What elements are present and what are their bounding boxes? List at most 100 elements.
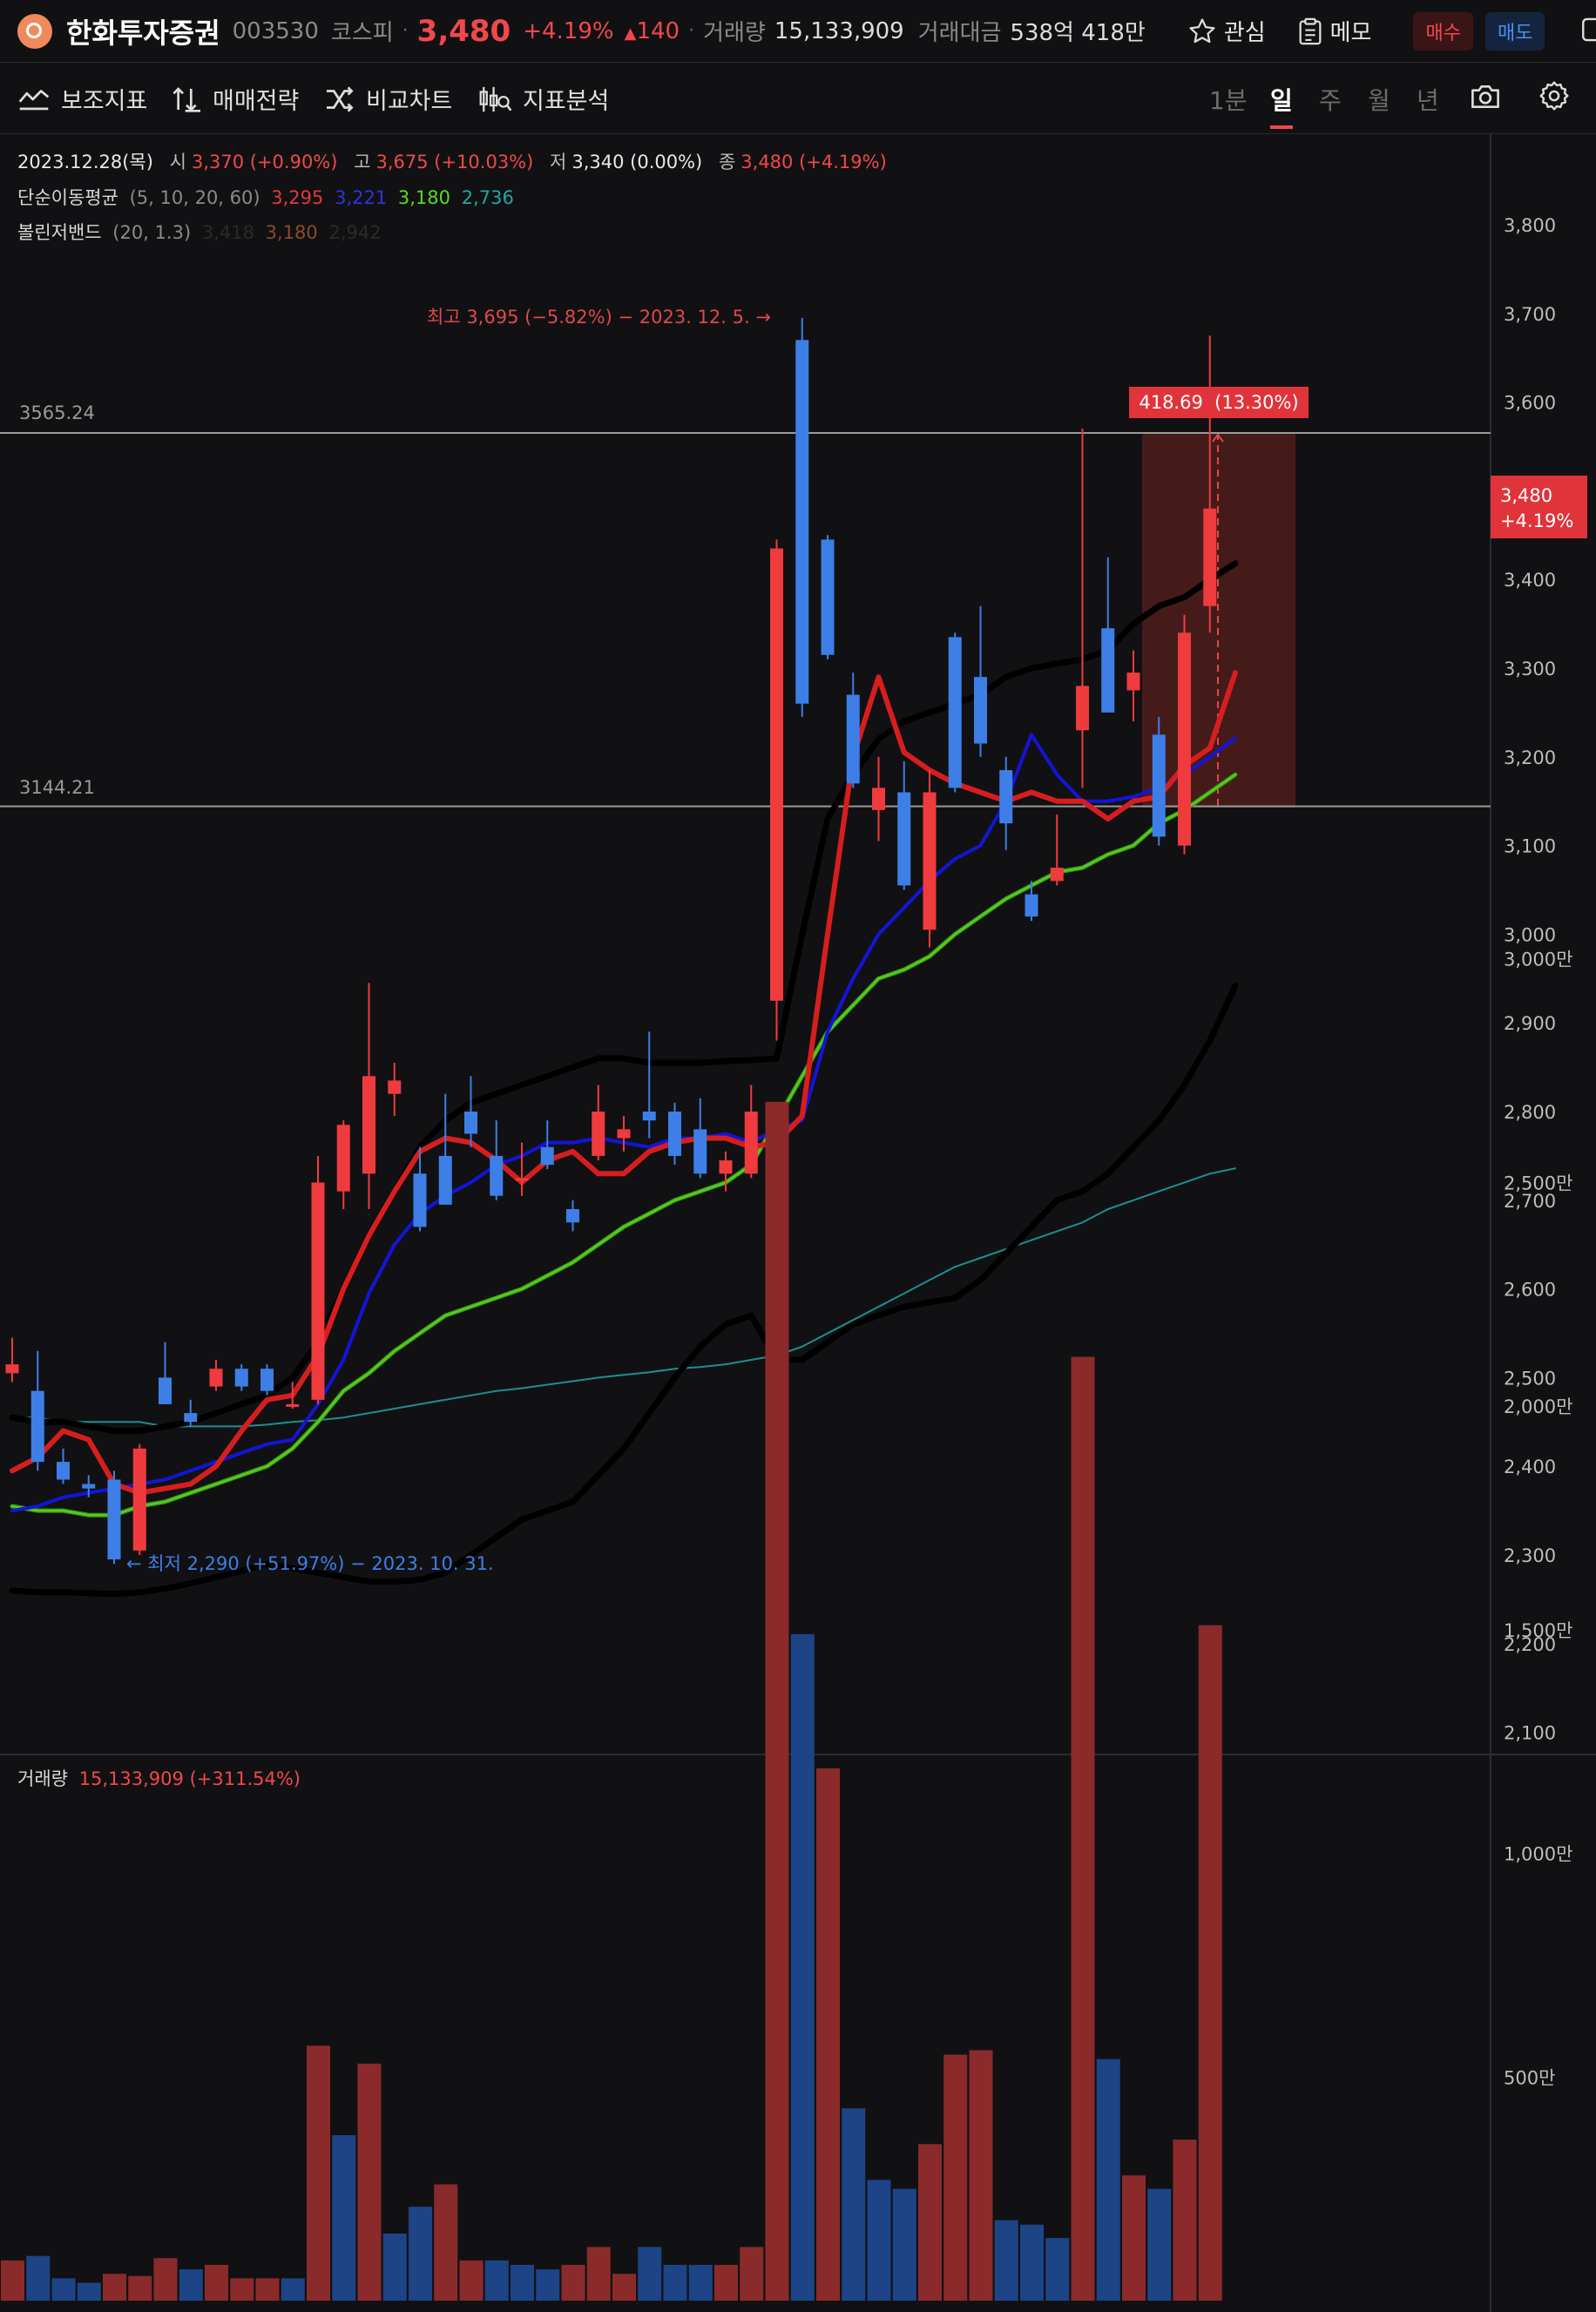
star-icon (1189, 17, 1215, 43)
candle-body (1076, 686, 1089, 731)
low-value: 3,340 (0.00%) (571, 152, 703, 172)
volume-bar (714, 2264, 738, 2301)
ma-label: 단순이동평균 (17, 187, 118, 208)
memo-label: 메모 (1329, 20, 1372, 46)
open-label: 시 (169, 152, 186, 172)
volume-bar (536, 2269, 560, 2301)
volume-bar (307, 2045, 330, 2301)
trade-amount-value: 538억 418만 (1010, 20, 1146, 46)
hline-label-lower: 3144.21 (19, 777, 95, 798)
sort-arrows-icon (172, 86, 200, 112)
volume-bar (842, 2108, 866, 2301)
ma10-value: 3,221 (335, 187, 388, 208)
gear-icon (1539, 81, 1569, 111)
candle-body (82, 1484, 96, 1489)
ma5-value: 3,295 (271, 187, 324, 208)
bb-mid-value: 3,180 (265, 222, 318, 243)
volume-bar (561, 2264, 585, 2301)
bollinger-upper-line (9, 560, 1239, 1434)
volume-axis-tick-label: 1,500만 (1504, 1620, 1572, 1641)
price-axis-tick-label: 3,300 (1504, 659, 1556, 679)
candle-body (795, 340, 809, 704)
price-axis-tick-label: 3,600 (1504, 393, 1556, 414)
candle-body (234, 1369, 248, 1387)
screenshot-button[interactable] (1469, 82, 1502, 115)
price-axis-tick-label: 2,300 (1504, 1545, 1556, 1566)
current-price: 3,480 (416, 13, 511, 49)
candle-body (999, 770, 1013, 824)
bollinger-legend[interactable]: 볼린저밴드 (20, 1.3) 3,418 3,180 2,942 (17, 219, 387, 245)
period-tab-week[interactable]: 주 (1319, 82, 1342, 117)
bb-label: 볼린저밴드 (17, 222, 102, 243)
high-value: 3,675 (+10.03%) (375, 152, 534, 172)
separator-dot: · (402, 20, 409, 42)
indicator-tool-button[interactable]: 보조지표 (17, 82, 147, 116)
buy-button[interactable]: 매수 (1413, 11, 1473, 51)
current-price-tag-price: 3,480 (1500, 485, 1552, 506)
candle-body (184, 1413, 198, 1423)
shuffle-icon (327, 85, 354, 112)
candle-body (693, 1129, 707, 1174)
volume-bar (357, 2063, 382, 2301)
settings-button[interactable] (1539, 80, 1570, 115)
ma-params: (5, 10, 20, 60) (129, 187, 260, 208)
volume-bar (1045, 2238, 1070, 2301)
bb-params: (20, 1.3) (112, 222, 192, 243)
volume-bar (205, 2264, 228, 2301)
volume-bar (688, 2264, 713, 2301)
candle-body (846, 694, 860, 784)
volume-bar (1096, 2058, 1120, 2301)
candle-body (388, 1080, 402, 1094)
left-arrow-icon: ← (126, 1553, 147, 1574)
candle-body (30, 1390, 44, 1463)
candle-body (413, 1173, 427, 1227)
price-axis-tick-label: 3,400 (1504, 570, 1556, 591)
volume-bar (1071, 1356, 1095, 2301)
trend-line-icon (18, 89, 50, 110)
volume-bar (816, 1768, 840, 2301)
separator-dot: · (688, 20, 695, 42)
period-tab-minute[interactable]: 1분 (1209, 82, 1248, 117)
tool-label: 비교차트 (366, 88, 453, 115)
volume-axis-tick-label: 1,000만 (1504, 1844, 1572, 1865)
tool-label: 보조지표 (61, 88, 148, 115)
top-bar: 한화투자증권 003530 코스피 · 3,480 +4.19% ▲140 · … (0, 0, 1596, 63)
volume-axis-tick-label: 3,000만 (1504, 950, 1572, 970)
strategy-tool-button[interactable]: 매매전략 (171, 82, 299, 116)
price-axis-tick-label: 2,400 (1504, 1457, 1556, 1477)
candle-body (1178, 632, 1191, 846)
volume-legend-value: 15,133,909 (+311.54%) (78, 1768, 301, 1789)
volume-bar (1, 2260, 24, 2301)
candle-body (668, 1112, 681, 1156)
candle-body (286, 1403, 300, 1407)
clipboard-icon (1299, 17, 1322, 44)
bb-lower-value: 2,942 (328, 222, 382, 243)
volume-bar (77, 2282, 101, 2301)
low-annotation-text: 최저 2,290 (+51.97%) − 2023. 10. 31. (147, 1553, 493, 1574)
candle-body (974, 677, 987, 744)
indicator-analysis-tool-button[interactable]: 지표분석 (477, 82, 609, 116)
sell-button[interactable]: 매도 (1484, 11, 1545, 51)
trade-amount-label: 거래대금 (917, 20, 1002, 46)
period-tab-day[interactable]: 일 (1270, 82, 1293, 129)
tool-label: 지표분석 (523, 88, 610, 115)
volume-bar (179, 2269, 203, 2301)
volume-bar (1147, 2188, 1172, 2301)
price-chart[interactable]: 3,8003,7003,6003,5003,4003,3003,2003,100… (0, 134, 1596, 2312)
low-label: 저 (550, 152, 567, 172)
volume-bar (994, 2220, 1018, 2301)
panel-toggle-button[interactable] (1579, 15, 1596, 48)
up-triangle-icon: ▲ (624, 24, 637, 43)
candle-body (464, 1112, 477, 1134)
candle-body (159, 1377, 172, 1404)
period-tab-year[interactable]: 년 (1417, 82, 1439, 117)
memo-button[interactable]: 메모 (1297, 15, 1372, 47)
volume-bar (153, 2258, 178, 2301)
watch-label: 관심 (1223, 20, 1266, 46)
compare-chart-tool-button[interactable]: 비교차트 (324, 82, 452, 116)
moving-average-legend[interactable]: 단순이동평균 (5, 10, 20, 60) 3,295 3,221 3,180… (17, 184, 519, 210)
watch-button[interactable]: 관심 (1187, 15, 1266, 47)
period-tab-month[interactable]: 월 (1368, 82, 1390, 117)
volume-bar (969, 2050, 993, 2301)
high-annotation: 최고 3,695 (−5.82%) − 2023. 12. 5. → (427, 307, 771, 328)
